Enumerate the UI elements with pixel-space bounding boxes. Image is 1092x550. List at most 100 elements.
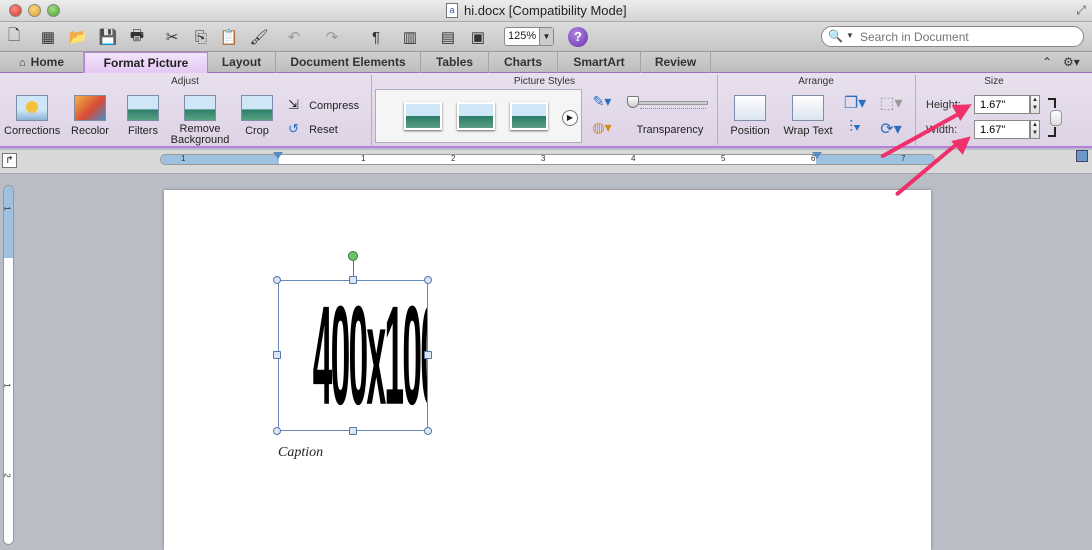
- more-styles-arrow-icon[interactable]: ▶: [562, 110, 578, 126]
- transparency-slider-track[interactable]: [632, 101, 708, 105]
- tab-format-picture[interactable]: Format Picture: [84, 52, 208, 73]
- compress-button[interactable]: ⇲ Compress: [288, 97, 368, 113]
- fullscreen-icon[interactable]: ⤢: [1076, 3, 1086, 18]
- group-button[interactable]: ⬚▾: [876, 93, 906, 113]
- position-label: Position: [730, 125, 770, 137]
- open-icon[interactable]: 📂: [68, 27, 88, 47]
- document-icon: a: [446, 3, 458, 18]
- title-bar: a hi.docx [Compatibility Mode] ⤢: [0, 0, 1092, 22]
- rotate-button[interactable]: ⟳▾: [876, 119, 906, 139]
- vruler-number: 1: [2, 383, 12, 388]
- filters-label: Filters: [128, 125, 158, 137]
- tab-review-label: Review: [654, 55, 697, 69]
- view-options-icon[interactable]: [1076, 150, 1088, 162]
- tab-tables[interactable]: Tables: [421, 52, 489, 73]
- crop-label: Crop: [245, 125, 269, 137]
- tab-home[interactable]: ⌂ Home: [0, 52, 84, 73]
- redo-icon[interactable]: ↷: [322, 27, 342, 47]
- help-button[interactable]: ?: [568, 27, 588, 47]
- zoom-window-button[interactable]: [47, 4, 60, 17]
- resize-handle-top[interactable]: [349, 276, 357, 284]
- picture-caption[interactable]: Caption: [278, 445, 323, 461]
- height-stepper[interactable]: ▲ ▼: [1030, 95, 1040, 114]
- remove-background-button[interactable]: Remove Background: [170, 95, 230, 146]
- minimize-window-button[interactable]: [28, 4, 41, 17]
- picture-effects-icon: ◍▾: [592, 119, 612, 135]
- close-window-button[interactable]: [9, 4, 22, 17]
- tab-layout-label: Layout: [221, 55, 262, 69]
- search-box[interactable]: 🔍 ▼: [821, 26, 1084, 47]
- new-document-icon[interactable]: 🗋: [4, 27, 24, 47]
- resize-handle-bottom[interactable]: [349, 427, 357, 435]
- wrap-text-button[interactable]: Wrap Text: [779, 95, 837, 137]
- first-line-indent-marker[interactable]: [273, 152, 283, 159]
- tab-layout[interactable]: Layout: [208, 52, 276, 73]
- media-browser-icon[interactable]: ▣: [468, 27, 488, 47]
- resize-handle-left[interactable]: [273, 351, 281, 359]
- tab-charts[interactable]: Charts: [489, 52, 558, 73]
- picture-border-button[interactable]: ✎▾: [585, 93, 619, 110]
- gallery-icon[interactable]: ▦: [38, 27, 58, 47]
- crop-button[interactable]: Crop: [236, 95, 278, 137]
- resize-handle-top-right[interactable]: [424, 276, 432, 284]
- search-input[interactable]: [860, 29, 1075, 44]
- save-icon[interactable]: 💾: [98, 27, 118, 47]
- resize-handle-bottom-left[interactable]: [273, 427, 281, 435]
- lock-aspect-ratio-toggle[interactable]: [1050, 110, 1062, 126]
- undo-icon[interactable]: ↶: [284, 27, 304, 47]
- tab-review[interactable]: Review: [641, 52, 711, 73]
- resize-handle-bottom-right[interactable]: [424, 427, 432, 435]
- zoom-select[interactable]: 125% ▼: [504, 27, 554, 46]
- gear-icon[interactable]: ⚙▾: [1063, 55, 1080, 69]
- picture-style-thumbnail[interactable]: [457, 102, 495, 130]
- resize-handle-top-left[interactable]: [273, 276, 281, 284]
- picture-content: 400x100: [279, 281, 428, 431]
- corrections-button[interactable]: Corrections: [4, 95, 60, 137]
- recolor-icon: [74, 95, 106, 121]
- tab-document-elements[interactable]: Document Elements: [276, 52, 421, 73]
- paste-icon[interactable]: 📋: [219, 27, 239, 47]
- position-button[interactable]: Position: [724, 95, 776, 137]
- tab-stop-selector-icon[interactable]: ↱: [2, 153, 17, 168]
- picture-effects-button[interactable]: ◍▾: [585, 119, 619, 136]
- cut-icon[interactable]: ✂: [162, 27, 182, 47]
- lock-bracket-top: [1048, 98, 1056, 108]
- right-indent-marker[interactable]: [812, 152, 822, 159]
- ruler-number: 2: [451, 154, 456, 163]
- width-stepper[interactable]: ▲ ▼: [1030, 120, 1040, 139]
- collapse-ribbon-icon[interactable]: ⌃: [1042, 55, 1052, 69]
- rotate-icon: ⟳▾: [880, 121, 902, 138]
- width-field[interactable]: [974, 120, 1030, 139]
- tab-charts-label: Charts: [503, 55, 542, 69]
- format-painter-icon[interactable]: 🖌: [249, 27, 269, 47]
- pilcrow-icon[interactable]: ¶: [366, 27, 386, 47]
- sidebar-icon[interactable]: ▥: [400, 27, 420, 47]
- view-icon[interactable]: ▤: [438, 27, 458, 47]
- corrections-icon: [16, 95, 48, 121]
- print-icon[interactable]: 🖶: [127, 27, 147, 47]
- vertical-ruler[interactable]: 1 1 2: [3, 185, 14, 545]
- bring-forward-button[interactable]: ❐▾: [840, 93, 870, 113]
- rotation-handle[interactable]: [348, 251, 358, 261]
- picture-text: 400x100: [312, 281, 428, 431]
- resize-handle-right[interactable]: [424, 351, 432, 359]
- reset-button[interactable]: ↺ Reset: [288, 121, 368, 137]
- zoom-value: 125%: [508, 30, 537, 42]
- group-label-adjust: Adjust: [171, 76, 199, 87]
- ribbon-tabs: ⌂ Home Format Picture Layout Document Ele…: [0, 52, 1092, 73]
- tab-smartart[interactable]: SmartArt: [558, 52, 641, 73]
- horizontal-ruler[interactable]: 1 1 2 3 4 5 6 7: [160, 152, 935, 165]
- picture-style-thumbnail[interactable]: [404, 102, 442, 130]
- picture-style-thumbnail[interactable]: [510, 102, 548, 130]
- transparency-slider-thumb[interactable]: [627, 96, 639, 108]
- copy-icon[interactable]: ⎘: [191, 27, 211, 47]
- selected-picture[interactable]: 400x100: [278, 280, 428, 431]
- corrections-label: Corrections: [4, 125, 61, 137]
- height-field[interactable]: [974, 95, 1030, 114]
- standard-toolbar: 🗋 ▦ 📂 💾 🖶 ✂ ⎘ 📋 🖌 ↶ ↷ ¶ ▥ ▤ ▣ 125% ▼ ? 🔍…: [0, 22, 1092, 52]
- recolor-button[interactable]: Recolor: [66, 95, 114, 137]
- align-icon: ⫶▾: [849, 119, 861, 136]
- filters-button[interactable]: Filters: [122, 95, 164, 137]
- position-icon: [734, 95, 766, 121]
- align-button[interactable]: ⫶▾: [840, 119, 870, 137]
